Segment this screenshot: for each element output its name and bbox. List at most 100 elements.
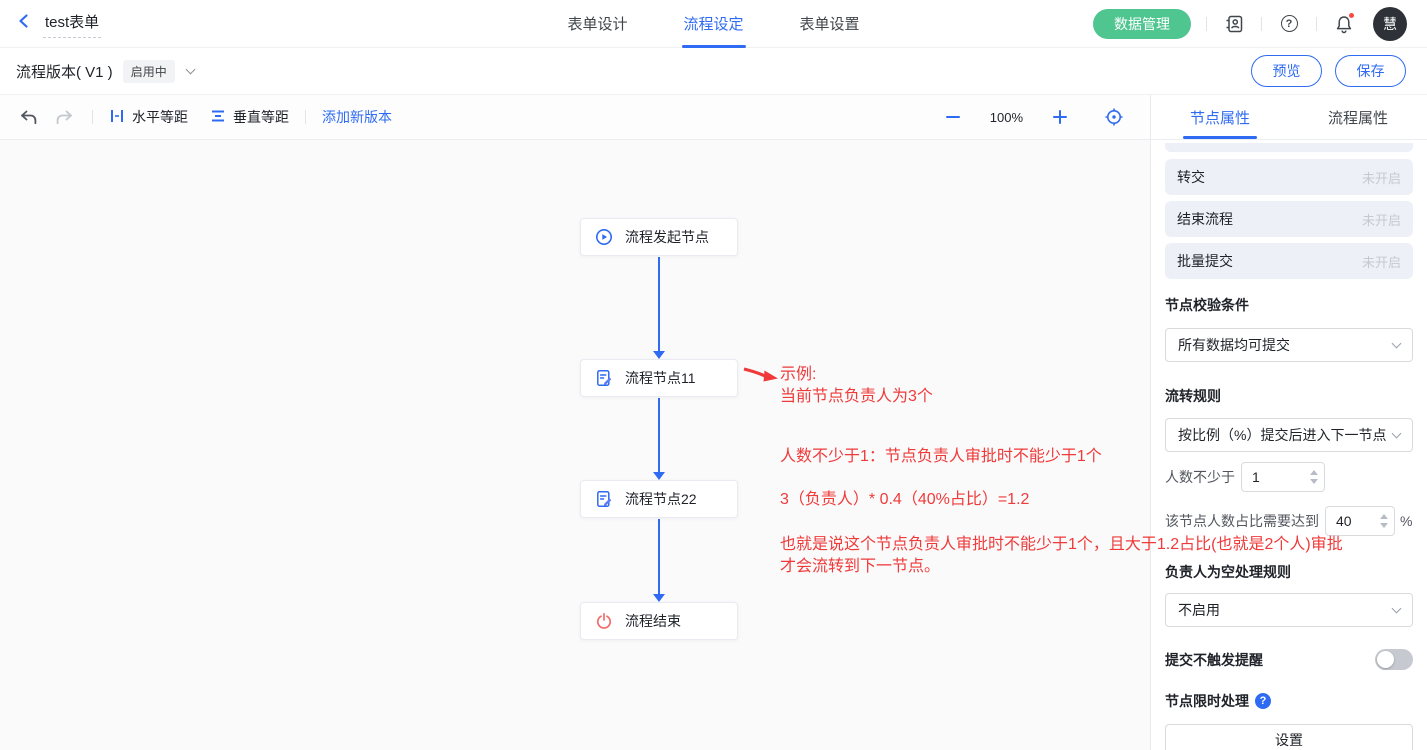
connector-line <box>658 257 660 352</box>
tab-flow-setting[interactable]: 流程设定 <box>683 0 743 48</box>
flow-node-11[interactable]: 流程节点11 <box>580 359 738 397</box>
power-icon <box>595 612 613 630</box>
validation-condition-select[interactable]: 所有数据均可提交 <box>1165 328 1413 362</box>
annotation-line: 示例: <box>780 364 1343 386</box>
horizontal-spacing-label: 水平等距 <box>132 107 188 127</box>
header: test表单 表单设计 流程设定 表单设置 数据管理 ? <box>0 0 1427 48</box>
divider <box>1206 17 1207 31</box>
page-title[interactable]: test表单 <box>43 9 101 38</box>
flow-node-22[interactable]: 流程节点22 <box>580 480 738 518</box>
vertical-spacing-icon <box>210 108 226 127</box>
feature-row-partial <box>1165 143 1413 152</box>
back-chevron-icon <box>16 13 32 34</box>
annotation-line: 当前节点负责人为3个 <box>780 386 1343 408</box>
tab-node-properties[interactable]: 节点属性 <box>1151 95 1289 139</box>
zoom-level: 100% <box>990 110 1023 125</box>
feature-label: 结束流程 <box>1177 209 1233 229</box>
version-chevron-down-icon[interactable] <box>185 64 195 74</box>
redo-icon[interactable] <box>52 105 76 129</box>
tab-form-design[interactable]: 表单设计 <box>567 0 627 48</box>
notification-badge <box>1348 12 1355 19</box>
feature-label: 批量提交 <box>1177 251 1233 271</box>
time-limit-settings-button[interactable]: 设置 <box>1165 724 1413 750</box>
annotation-line: 也就是说这个节点负责人审批时不能少于1个，且大于1.2占比(也就是2个人)审批 <box>780 534 1343 556</box>
feature-row-transfer[interactable]: 转交 未开启 <box>1165 159 1413 195</box>
tab-flow-properties[interactable]: 流程属性 <box>1289 95 1427 139</box>
vertical-spacing-label: 垂直等距 <box>233 107 289 127</box>
time-limit-text: 节点限时处理 <box>1165 691 1249 711</box>
fit-center-icon[interactable] <box>1104 107 1124 127</box>
divider <box>92 110 93 124</box>
annotation-line: 3（负责人）* 0.4（40%占比）=1.2 <box>780 489 1343 511</box>
flow-node-label: 流程发起节点 <box>625 227 709 247</box>
app-window: test表单 表单设计 流程设定 表单设置 数据管理 ? <box>0 0 1427 750</box>
tab-form-settings[interactable]: 表单设置 <box>800 0 860 48</box>
document-edit-icon <box>595 369 613 387</box>
toggle-knob <box>1377 651 1394 668</box>
status-badge: 启用中 <box>123 60 175 83</box>
version-title: 流程版本( V1 ) <box>16 61 113 82</box>
feature-row-batch-submit[interactable]: 批量提交 未开启 <box>1165 243 1413 279</box>
undo-icon[interactable] <box>16 105 40 129</box>
feature-label: 转交 <box>1177 167 1205 187</box>
horizontal-spacing-button[interactable]: 水平等距 <box>109 107 188 127</box>
annotation-arrow-icon <box>742 365 780 387</box>
divider <box>1261 17 1262 31</box>
feature-status: 未开启 <box>1362 252 1401 271</box>
select-value: 所有数据均可提交 <box>1178 335 1290 355</box>
header-tabs: 表单设计 流程设定 表单设置 <box>567 0 859 48</box>
back-button[interactable] <box>16 13 32 34</box>
contacts-book-icon[interactable] <box>1222 12 1246 36</box>
vertical-spacing-button[interactable]: 垂直等距 <box>210 107 289 127</box>
panel-tabs: 节点属性 流程属性 <box>1151 95 1427 140</box>
divider <box>305 110 306 124</box>
number-stepper[interactable] <box>1380 514 1388 528</box>
step-up-icon[interactable] <box>1380 514 1388 519</box>
zoom-in-icon[interactable] <box>1050 107 1070 127</box>
notification-bell-icon[interactable] <box>1332 12 1356 36</box>
flow-node-label: 流程节点22 <box>625 489 697 509</box>
zoom-out-icon[interactable] <box>943 107 963 127</box>
divider <box>1316 17 1317 31</box>
time-limit-label: 节点限时处理 ? <box>1165 691 1413 711</box>
feature-status: 未开启 <box>1362 210 1401 229</box>
version-bar: 流程版本( V1 ) 启用中 预览 保存 <box>0 48 1427 95</box>
flow-node-start[interactable]: 流程发起节点 <box>580 218 738 256</box>
feature-status: 未开启 <box>1362 168 1401 187</box>
annotation-text: 示例: 当前节点负责人为3个 人数不少于1：节点负责人审批时不能少于1个 3（负… <box>780 364 1343 578</box>
connector-line <box>658 519 660 594</box>
help-question-icon[interactable]: ? <box>1255 693 1271 709</box>
connector-arrowhead-icon <box>653 472 665 480</box>
percent-unit: % <box>1400 513 1412 529</box>
preview-button[interactable]: 预览 <box>1251 55 1322 87</box>
no-reminder-row: 提交不触发提醒 <box>1165 649 1413 670</box>
flow-canvas[interactable]: 流程发起节点 流程节点11 流程节点22 <box>0 140 1150 750</box>
chevron-down-icon <box>1392 429 1402 439</box>
document-edit-icon <box>595 490 613 508</box>
annotation-line: 才会流转到下一节点。 <box>780 556 1343 578</box>
connector-line <box>658 398 660 472</box>
flow-node-label: 流程结束 <box>625 611 681 631</box>
empty-owner-rule-select[interactable]: 不启用 <box>1165 593 1413 627</box>
data-manage-button[interactable]: 数据管理 <box>1093 9 1191 39</box>
flow-node-label: 流程节点11 <box>625 368 696 388</box>
step-down-icon[interactable] <box>1380 523 1388 528</box>
chevron-down-icon <box>1392 339 1402 349</box>
feature-row-end-flow[interactable]: 结束流程 未开启 <box>1165 201 1413 237</box>
select-value: 不启用 <box>1178 600 1220 620</box>
play-circle-icon <box>595 228 613 246</box>
connector-arrowhead-icon <box>653 594 665 602</box>
save-button[interactable]: 保存 <box>1335 55 1406 87</box>
connector-arrowhead-icon <box>653 351 665 359</box>
horizontal-spacing-icon <box>109 108 125 127</box>
flow-node-end[interactable]: 流程结束 <box>580 602 738 640</box>
no-reminder-toggle[interactable] <box>1375 649 1413 670</box>
chevron-down-icon <box>1392 604 1402 614</box>
add-new-version-link[interactable]: 添加新版本 <box>322 107 392 127</box>
validation-condition-label: 节点校验条件 <box>1165 295 1413 315</box>
annotation-line: 人数不少于1：节点负责人审批时不能少于1个 <box>780 446 1343 468</box>
canvas-toolbar: 水平等距 垂直等距 添加新版本 100% <box>0 95 1150 140</box>
help-icon[interactable]: ? <box>1277 12 1301 36</box>
no-reminder-label: 提交不触发提醒 <box>1165 650 1263 670</box>
avatar[interactable]: 慧 <box>1373 7 1407 41</box>
